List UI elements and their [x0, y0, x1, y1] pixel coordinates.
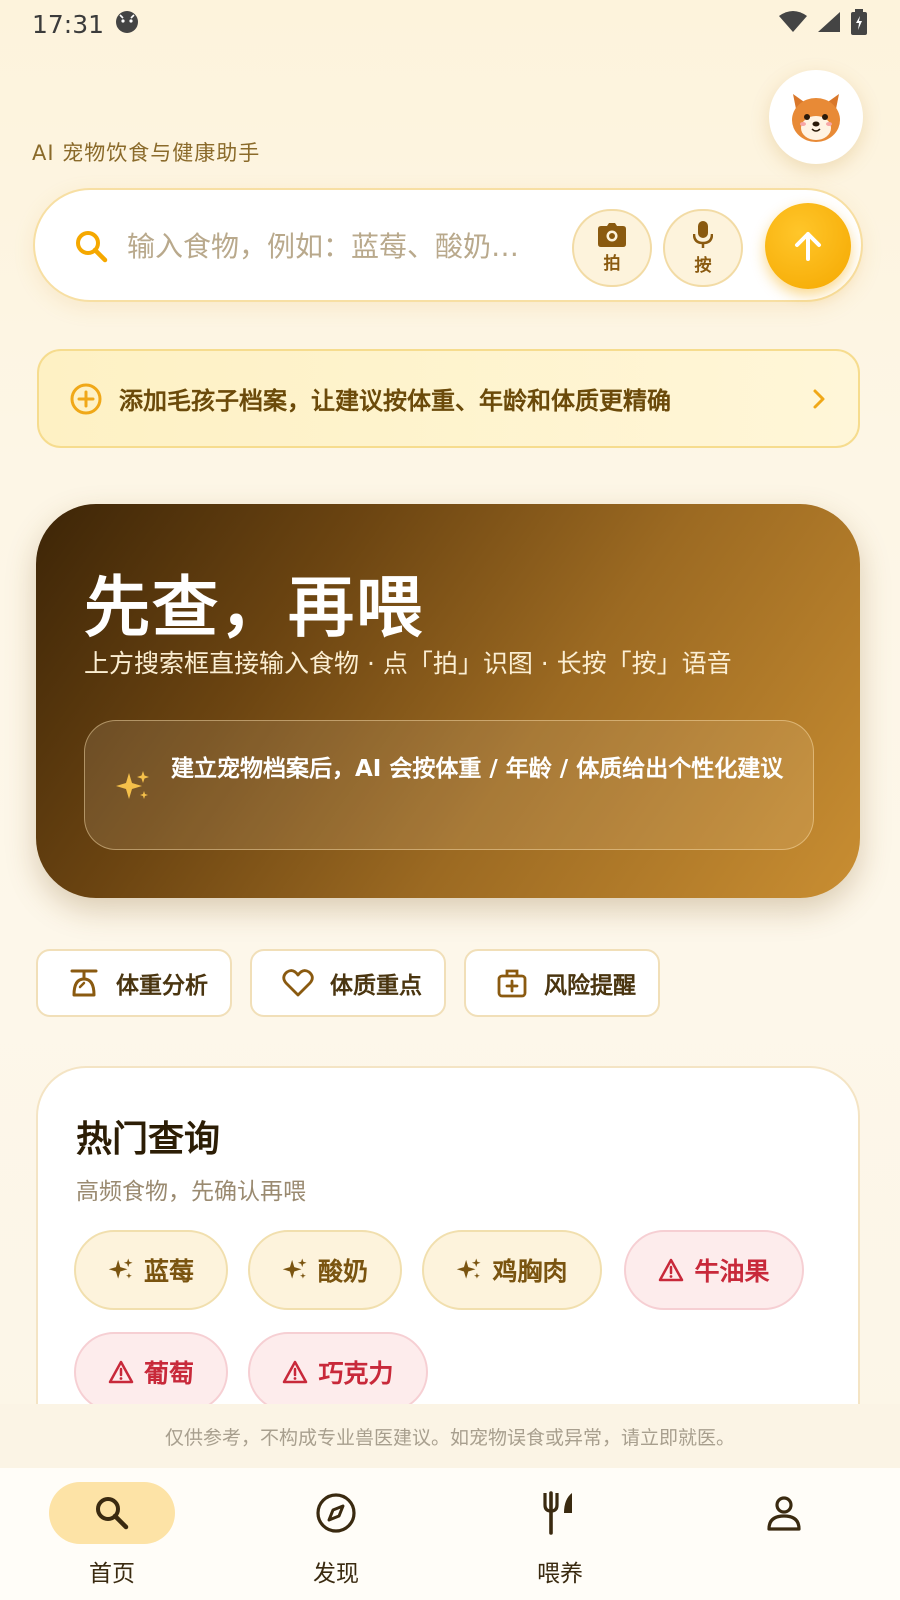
voice-button-label: 按: [694, 255, 712, 276]
hot-queries-subtitle: 高频食物，先确认再喂: [76, 1179, 306, 1205]
sparkle-icon: [457, 1258, 482, 1279]
photo-button-label: 拍: [603, 253, 621, 274]
add-pet-profile-banner[interactable]: 添加毛孩子档案，让建议按体重、年龄和体质更精确: [37, 349, 860, 448]
risk-alert-button[interactable]: 风险提醒: [464, 949, 660, 1017]
warning-icon: [283, 1360, 308, 1384]
bottom-nav: 首页 发现 喂养: [0, 1468, 900, 1600]
warning-icon: [659, 1258, 684, 1282]
constitution-focus-button[interactable]: 体质重点: [250, 949, 446, 1017]
food-tag-chocolate[interactable]: 巧克力: [248, 1332, 428, 1412]
food-tag-label: 葡萄: [143, 1359, 194, 1388]
medkit-icon: [497, 969, 527, 998]
battery-icon: [850, 8, 868, 40]
nav-feeding[interactable]: 喂养: [460, 1468, 660, 1600]
profile-banner-label: 添加毛孩子档案，让建议按体重、年龄和体质更精确: [119, 387, 671, 415]
weight-analysis-button[interactable]: 体重分析: [36, 949, 232, 1017]
chevron-right-icon: [813, 389, 825, 408]
food-tag-label: 牛油果: [694, 1257, 770, 1286]
search-icon: [96, 1497, 129, 1530]
food-tag-label: 蓝莓: [143, 1257, 194, 1286]
photo-button[interactable]: 拍: [572, 209, 652, 287]
fork-knife-icon: [543, 1491, 572, 1535]
nav-discover[interactable]: 发现: [236, 1468, 436, 1600]
hero-card: 先查，再喂 上方搜索框直接输入食物 · 点「拍」识图 · 长按「按」语音 建立宠…: [36, 504, 860, 898]
nav-home[interactable]: 首页: [12, 1468, 212, 1600]
disclaimer: 仅供参考，不构成专业兽医建议。如宠物误食或异常，请立即就医。: [0, 1404, 900, 1468]
chip-label: 风险提醒: [544, 973, 636, 999]
wifi-icon: [778, 10, 808, 38]
sparkle-icon: [108, 1258, 133, 1279]
scale-icon: [70, 969, 98, 997]
food-tag-label: 酸奶: [317, 1257, 368, 1286]
search-input[interactable]: [127, 220, 567, 272]
nav-label: 发现: [313, 1561, 359, 1587]
status-time: 17:31: [32, 9, 105, 39]
food-tag-yogurt[interactable]: 酸奶: [248, 1230, 402, 1310]
compass-icon: [316, 1493, 356, 1533]
person-icon: [767, 1496, 801, 1531]
sparkle-icon: [282, 1258, 307, 1279]
camera-icon: [598, 222, 626, 247]
nav-profile[interactable]: [684, 1468, 884, 1600]
search-icon: [73, 228, 109, 268]
app-subtitle: AI 宠物饮食与健康助手: [32, 141, 261, 165]
avatar[interactable]: [769, 70, 863, 164]
shiba-dog-icon: [792, 94, 840, 142]
search-bar: 拍 按: [33, 188, 863, 302]
hero-title: 先查，再喂: [84, 569, 424, 646]
food-tag-label: 巧克力: [318, 1359, 394, 1388]
voice-button[interactable]: 按: [663, 209, 743, 287]
submit-button[interactable]: [765, 203, 851, 289]
hero-tip-text: 建立宠物档案后，AI 会按体重 / 年龄 / 体质给出个性化建议: [171, 756, 784, 782]
microphone-icon: [693, 220, 713, 248]
arrow-up-icon: [795, 232, 821, 261]
food-tag-blueberry[interactable]: 蓝莓: [74, 1230, 228, 1310]
hero-subtitle: 上方搜索框直接输入食物 · 点「拍」识图 · 长按「按」语音: [84, 649, 732, 678]
warning-icon: [108, 1360, 134, 1384]
hot-queries-title: 热门查询: [76, 1119, 221, 1160]
hero-tip: 建立宠物档案后，AI 会按体重 / 年龄 / 体质给出个性化建议: [84, 720, 814, 850]
cat-notification-icon: [114, 9, 140, 39]
heart-icon: [282, 969, 314, 997]
chip-label: 体质重点: [330, 973, 422, 999]
plus-circle-icon: [70, 383, 102, 414]
status-bar: 17:31: [0, 0, 900, 48]
nav-label: 首页: [89, 1561, 135, 1587]
food-tag-grape[interactable]: 葡萄: [74, 1332, 228, 1412]
chip-label: 体重分析: [116, 973, 208, 999]
nav-label: 喂养: [537, 1561, 583, 1587]
sparkle-icon: [115, 769, 151, 809]
food-tag-label: 鸡胸肉: [492, 1257, 568, 1286]
food-tag-chicken-breast[interactable]: 鸡胸肉: [422, 1230, 602, 1310]
signal-icon: [816, 10, 842, 38]
food-tag-avocado[interactable]: 牛油果: [624, 1230, 804, 1310]
